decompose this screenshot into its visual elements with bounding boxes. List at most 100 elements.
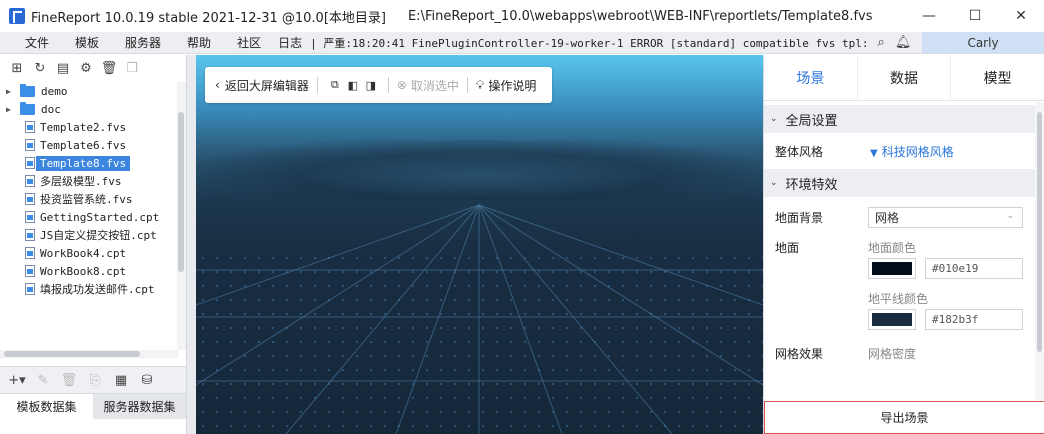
dataset-edit-icon[interactable]: ▦: [112, 371, 130, 389]
database-icon[interactable]: ⛁: [138, 371, 156, 389]
grid-effect-label: 网格效果: [775, 347, 824, 361]
tree-file[interactable]: WorkBook8.cpt: [0, 262, 178, 280]
maximize-button[interactable]: ☐: [952, 0, 998, 32]
tree-file[interactable]: Template2.fvs: [0, 118, 178, 136]
copy-icon[interactable]: ❐: [123, 60, 141, 78]
chevron-down-icon: ⌄: [1006, 211, 1014, 221]
scrollbar-thumb[interactable]: [4, 351, 140, 357]
tab-data[interactable]: 数据: [856, 55, 951, 100]
user-name[interactable]: Carly: [922, 32, 1044, 53]
grid-floor: [196, 185, 763, 434]
new-folder-icon[interactable]: ⊞: [8, 60, 26, 78]
app-logo-icon: [9, 8, 25, 24]
horizon-color-input[interactable]: #182b3f: [925, 309, 1023, 330]
row-overall-style: 整体风格 ▼ 科技网格风格: [764, 133, 1036, 169]
minimize-button[interactable]: —: [906, 0, 952, 32]
section-global-settings[interactable]: ⌄ 全局设置: [764, 105, 1036, 133]
file-icon: [25, 211, 35, 223]
horizon-color-swatch[interactable]: [868, 309, 916, 330]
add-dataset-icon[interactable]: +▾: [8, 371, 26, 389]
bell-icon[interactable]: 🔔︎: [892, 35, 914, 50]
chevron-left-icon: ‹: [215, 78, 220, 92]
template-info-icon[interactable]: ▤: [54, 60, 72, 78]
file-icon: [25, 283, 35, 295]
overall-style-label: 整体风格: [775, 145, 824, 159]
panel-divider[interactable]: [187, 55, 196, 434]
ground-color-input[interactable]: #010e19: [925, 258, 1023, 279]
property-scrollbar[interactable]: [1035, 102, 1044, 400]
tree-item-label: Template6.fvs: [40, 138, 127, 152]
settings-icon[interactable]: ⚙: [77, 60, 95, 78]
ground-bg-label: 地面背景: [775, 211, 824, 225]
delete-icon[interactable]: 🗑︎: [100, 60, 118, 78]
tree-file[interactable]: GettingStarted.cpt: [0, 208, 178, 226]
cancel-label: 取消选中: [410, 78, 459, 93]
ground-bg-select[interactable]: 网格 ⌄: [868, 207, 1023, 228]
menu-server[interactable]: 服务器: [112, 34, 174, 51]
grid-density-label: 网格密度: [868, 347, 917, 361]
dataset-toolbar: +▾ ✎ 🗑︎ ⎘ ▦ ⛁: [0, 366, 186, 393]
tree-file[interactable]: 多层级模型.fvs: [0, 172, 178, 190]
scrollbar-thumb[interactable]: [178, 112, 184, 272]
template-panel: ⊞ ↻ ▤ ⚙ 🗑︎ ❐ ▶ demo ▶ doc Template2.fvs …: [0, 55, 187, 434]
tab-model[interactable]: 模型: [950, 55, 1044, 100]
tree-file-selected[interactable]: Template8.fvs: [0, 154, 178, 172]
layer-up-icon[interactable]: ◧: [344, 79, 362, 92]
expand-arrow-icon[interactable]: ▶: [6, 87, 20, 96]
menu-log[interactable]: 日志: [274, 34, 306, 51]
overall-style-value: 科技网格风格: [881, 145, 954, 159]
menu-community[interactable]: 社区: [224, 34, 274, 51]
tree-file[interactable]: WorkBook4.cpt: [0, 244, 178, 262]
canvas-toolbar: ‹ 返回大屏编辑器 ⧉ ◧ ◨ ⊗ 取消选中 💡︎ 操作说明: [205, 67, 552, 103]
horizon-color-label: 地平线颜色: [868, 292, 929, 306]
tree-item-label: Template8.fvs: [36, 155, 131, 171]
tree-folder-demo[interactable]: ▶ demo: [0, 82, 178, 100]
triangle-down-icon: ▼: [870, 148, 878, 159]
tree-item-label: GettingStarted.cpt: [40, 210, 160, 224]
layer-icon[interactable]: ⧉: [326, 78, 344, 92]
tree-file[interactable]: 投资监管系统.fvs: [0, 190, 178, 208]
menu-help[interactable]: 帮助: [174, 34, 224, 51]
overall-style-dropdown[interactable]: ▼ 科技网格风格: [870, 143, 954, 160]
tab-server-dataset[interactable]: 服务器数据集: [93, 394, 186, 419]
property-body: ⌄ 全局设置 整体风格 ▼ 科技网格风格 ⌄ 环境特效 地面背景 网格 ⌄ 地面 …: [764, 102, 1036, 400]
tree-item-label: WorkBook8.cpt: [40, 264, 127, 278]
toolbar-separator: [466, 77, 468, 93]
window-title: FineReport 10.0.19 stable 2021-12-31 @10…: [31, 10, 386, 26]
back-to-editor-button[interactable]: ‹ 返回大屏编辑器: [215, 77, 309, 94]
delete-icon[interactable]: 🗑︎: [60, 371, 78, 389]
help-button[interactable]: 💡︎ 操作说明: [476, 77, 536, 94]
tree-file[interactable]: 填报成功发送邮件.cpt: [0, 280, 178, 298]
preview-icon[interactable]: ⎘: [86, 371, 104, 389]
tree-file[interactable]: JS自定义提交按钮.cpt: [0, 226, 178, 244]
tree-item-label: 填报成功发送邮件.cpt: [40, 283, 155, 296]
expand-arrow-icon[interactable]: ▶: [6, 105, 20, 114]
template-tree: ▶ demo ▶ doc Template2.fvs Template6.fvs…: [0, 82, 178, 350]
ground-color-swatch[interactable]: [868, 258, 916, 279]
file-icon: [25, 139, 35, 151]
tree-item-label: 投资监管系统.fvs: [40, 193, 133, 206]
tree-folder-doc[interactable]: ▶ doc: [0, 100, 178, 118]
cancel-selection-button[interactable]: ⊗ 取消选中: [397, 77, 459, 94]
dataset-list: [0, 419, 186, 434]
property-panel: 场景 数据 模型 ⌄ 全局设置 整体风格 ▼ 科技网格风格 ⌄ 环境特效 地面背景…: [763, 55, 1044, 434]
scene-canvas[interactable]: ‹ 返回大屏编辑器 ⧉ ◧ ◨ ⊗ 取消选中 💡︎ 操作说明: [196, 55, 763, 434]
export-scene-button[interactable]: 导出场景: [764, 401, 1044, 434]
template-toolbar: ⊞ ↻ ▤ ⚙ 🗑︎ ❐: [0, 55, 186, 82]
tree-file[interactable]: Template6.fvs: [0, 136, 178, 154]
menu-file[interactable]: 文件: [12, 34, 62, 51]
tree-horizontal-scrollbar[interactable]: [0, 350, 178, 358]
search-icon[interactable]: ⌕: [870, 35, 892, 50]
section-environment-effects[interactable]: ⌄ 环境特效: [764, 169, 1036, 197]
scrollbar-thumb[interactable]: [1037, 112, 1042, 352]
tree-vertical-scrollbar[interactable]: [177, 82, 186, 350]
edit-icon[interactable]: ✎: [34, 371, 52, 389]
file-icon: [25, 193, 35, 205]
tab-scene[interactable]: 场景: [764, 55, 857, 100]
close-button[interactable]: ✕: [998, 0, 1044, 32]
menu-template[interactable]: 模板: [62, 34, 112, 51]
tab-template-dataset[interactable]: 模板数据集: [0, 394, 93, 419]
layer-down-icon[interactable]: ◨: [362, 79, 380, 92]
tree-item-label: demo: [41, 84, 68, 98]
refresh-icon[interactable]: ↻: [31, 60, 49, 78]
